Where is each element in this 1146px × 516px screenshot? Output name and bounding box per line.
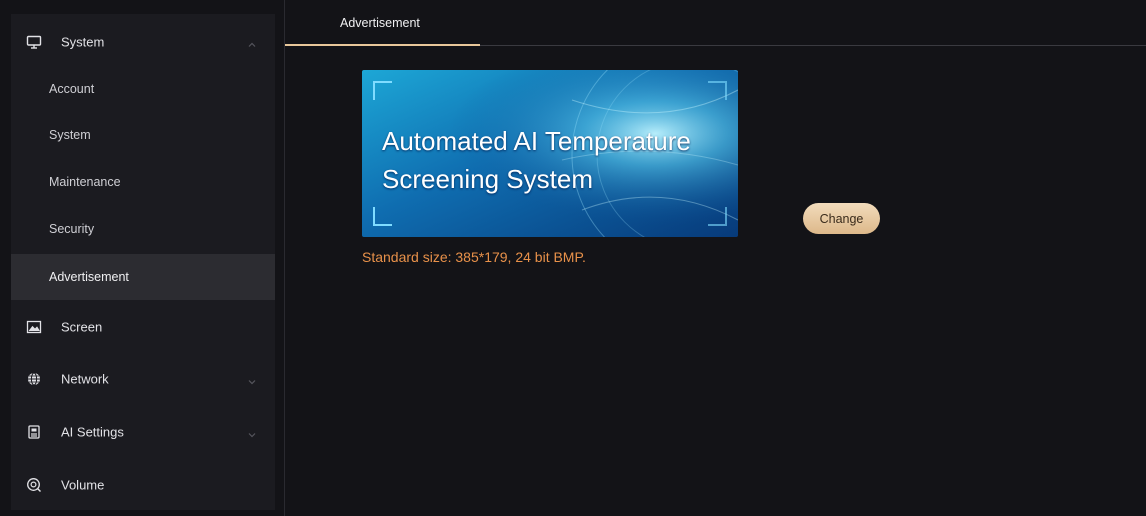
sidebar-group-label: Volume <box>61 477 105 493</box>
banner-title-line-2: Screening System <box>382 164 593 194</box>
sidebar-group-label: System <box>61 34 105 50</box>
tab-advertisement[interactable]: Advertisement <box>285 0 480 46</box>
divider <box>284 0 285 516</box>
sidebar-item-label: System <box>49 128 91 142</box>
sidebar-group-label: Network <box>61 371 109 387</box>
change-button[interactable]: Change <box>803 203 880 234</box>
sidebar-group-label: Screen <box>61 319 103 335</box>
chip-icon <box>25 423 43 441</box>
sidebar-group-label: AI Settings <box>61 424 124 440</box>
sidebar-item-system[interactable]: System <box>11 112 275 158</box>
chevron-up-icon <box>247 37 257 47</box>
picture-icon <box>25 318 43 336</box>
sidebar-item-security[interactable]: Security <box>11 206 275 252</box>
advertisement-banner-image: Automated AI Temperature Screening Syste… <box>362 70 738 237</box>
sidebar-item-label: Maintenance <box>49 175 121 189</box>
sidebar-item-label: Advertisement <box>49 270 129 284</box>
sidebar-group-screen[interactable]: Screen <box>11 302 275 352</box>
sidebar-item-label: Account <box>49 82 95 96</box>
sidebar-group-volume[interactable]: Volume <box>11 460 275 510</box>
size-hint: Standard size: 385*179, 24 bit BMP. <box>362 249 586 265</box>
banner-title-line-1: Automated AI Temperature <box>382 126 691 156</box>
sidebar-item-account[interactable]: Account <box>11 66 275 112</box>
app-window: System Account System Maintenance Securi… <box>0 0 1146 516</box>
sidebar-group-ai-settings[interactable]: AI Settings <box>11 407 275 457</box>
speaker-icon <box>25 476 43 494</box>
monitor-icon <box>25 33 43 51</box>
sidebar: System Account System Maintenance Securi… <box>11 14 275 510</box>
sidebar-group-system[interactable]: System <box>11 17 275 67</box>
tab-bar: Advertisement <box>285 0 1146 46</box>
sidebar-item-maintenance[interactable]: Maintenance <box>11 159 275 205</box>
active-tab-indicator <box>285 44 480 46</box>
globe-icon <box>25 370 43 388</box>
chevron-down-icon <box>247 427 257 438</box>
sidebar-group-network[interactable]: Network <box>11 354 275 404</box>
tab-label: Advertisement <box>340 16 420 30</box>
chevron-down-icon <box>247 374 257 385</box>
sidebar-item-advertisement[interactable]: Advertisement <box>11 254 275 300</box>
sidebar-item-label: Security <box>49 222 95 236</box>
tab-divider <box>480 45 1146 46</box>
